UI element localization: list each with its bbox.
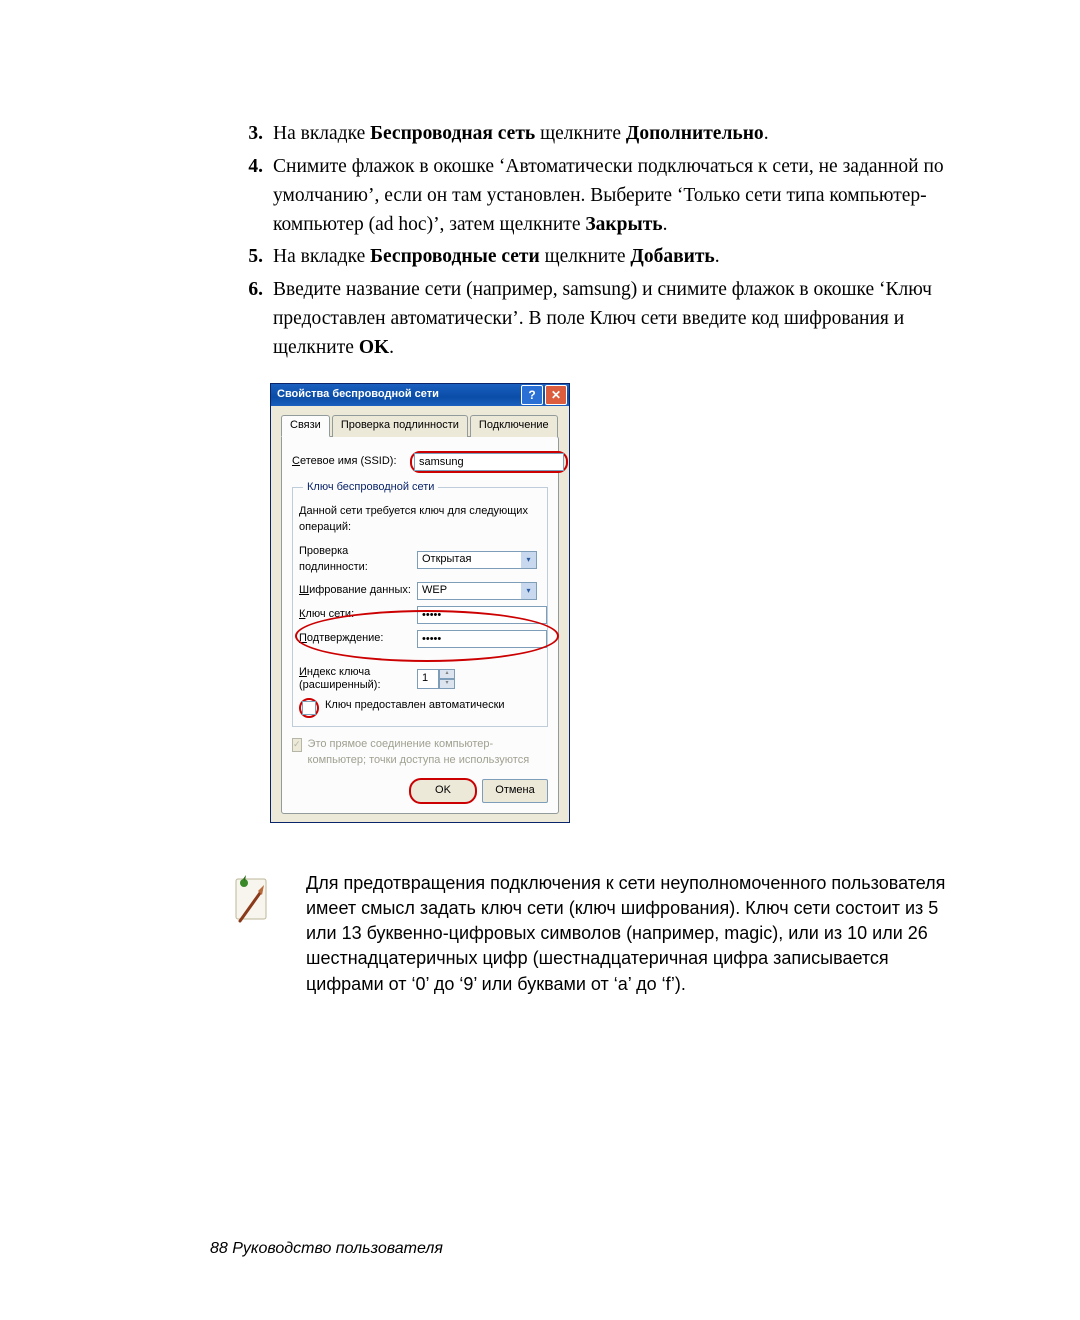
spinner-up[interactable]: ▴ xyxy=(439,669,455,679)
step-number: 6. xyxy=(235,276,273,363)
step-number: 3. xyxy=(235,120,273,149)
key-index-spinner[interactable]: 1 ▴ ▾ xyxy=(417,669,455,689)
close-button[interactable]: ✕ xyxy=(545,385,567,405)
tab-panel: Сетевое имя (SSID): Ключ беспроводной се… xyxy=(281,436,559,814)
dialog-body: Связи Проверка подлинности Подключение С… xyxy=(271,406,569,822)
dialog-title: Свойства беспроводной сети xyxy=(277,387,439,403)
auth-label: Проверка подлинности: xyxy=(299,544,417,576)
page: 3.На вкладке Беспроводная сеть щелкните … xyxy=(0,0,1080,1320)
key-input[interactable] xyxy=(417,606,547,624)
wireless-key-group: Ключ беспроводной сети Данной сети требу… xyxy=(292,487,548,727)
tab-link[interactable]: Подключение xyxy=(470,415,558,437)
spinner-down[interactable]: ▾ xyxy=(439,679,455,689)
step-number: 4. xyxy=(235,153,273,240)
dialog-tabs: Связи Проверка подлинности Подключение xyxy=(281,415,559,437)
dialog-titlebar[interactable]: Свойства беспроводной сети ? ✕ xyxy=(271,384,569,406)
confirm-input[interactable] xyxy=(417,630,547,648)
confirm-label: Подтверждение: xyxy=(299,631,417,647)
step-body: Снимите флажок в окошке ‘Автоматически п… xyxy=(273,153,962,240)
tab-auth[interactable]: Проверка подлинности xyxy=(332,415,468,437)
key-desc: Данной сети требуется ключ для следующих… xyxy=(299,504,541,536)
enc-value: WEP xyxy=(422,583,447,599)
ssid-input[interactable] xyxy=(414,453,564,471)
tab-connection[interactable]: Связи xyxy=(281,415,330,437)
auto-key-checkbox[interactable] xyxy=(302,701,316,715)
step-item: 3.На вкладке Беспроводная сеть щелкните … xyxy=(235,120,962,149)
cancel-button[interactable]: Отмена xyxy=(482,779,548,803)
step-body: Введите название сети (например, samsung… xyxy=(273,276,962,363)
auto-key-label: Ключ предоставлен автоматически xyxy=(325,698,505,714)
note-block: Для предотвращения подключения к сети не… xyxy=(230,871,962,997)
step-item: 4.Снимите флажок в окошке ‘Автоматически… xyxy=(235,153,962,240)
auth-value: Открытая xyxy=(422,552,471,568)
help-button[interactable]: ? xyxy=(521,385,543,405)
index-label: Индекс ключа (расширенный): xyxy=(299,666,417,692)
group-legend: Ключ беспроводной сети xyxy=(303,481,438,493)
step-body: На вкладке Беспроводная сеть щелкните До… xyxy=(273,120,962,149)
step-number: 5. xyxy=(235,243,273,272)
enc-select[interactable]: WEP ▾ xyxy=(417,582,537,600)
adhoc-label: Это прямое соединение компьютер-компьюте… xyxy=(308,737,548,769)
auth-select[interactable]: Открытая ▾ xyxy=(417,551,537,569)
note-icon xyxy=(230,871,280,997)
step-body: На вкладке Беспроводные сети щелкните До… xyxy=(273,243,962,272)
key-label: Ключ сети: xyxy=(299,607,417,623)
ok-button[interactable]: OK xyxy=(410,779,476,803)
ssid-highlight-circle xyxy=(410,451,568,473)
steps-list: 3.На вкладке Беспроводная сеть щелкните … xyxy=(110,120,962,363)
step-item: 6.Введите название сети (например, samsu… xyxy=(235,276,962,363)
ssid-label: Сетевое имя (SSID): xyxy=(292,454,410,470)
page-footer: 88 Руководство пользователя xyxy=(210,1237,962,1260)
enc-label: Шифрование данных: xyxy=(299,583,417,599)
note-text: Для предотвращения подключения к сети не… xyxy=(306,871,962,997)
step-item: 5.На вкладке Беспроводные сети щелкните … xyxy=(235,243,962,272)
index-value: 1 xyxy=(422,671,428,687)
wifi-properties-dialog: Свойства беспроводной сети ? ✕ Связи Про… xyxy=(270,383,570,823)
chevron-down-icon: ▾ xyxy=(521,552,536,568)
adhoc-checkbox: ✓ xyxy=(292,738,302,752)
auto-key-highlight-circle xyxy=(299,698,319,718)
chevron-down-icon: ▾ xyxy=(521,583,536,599)
